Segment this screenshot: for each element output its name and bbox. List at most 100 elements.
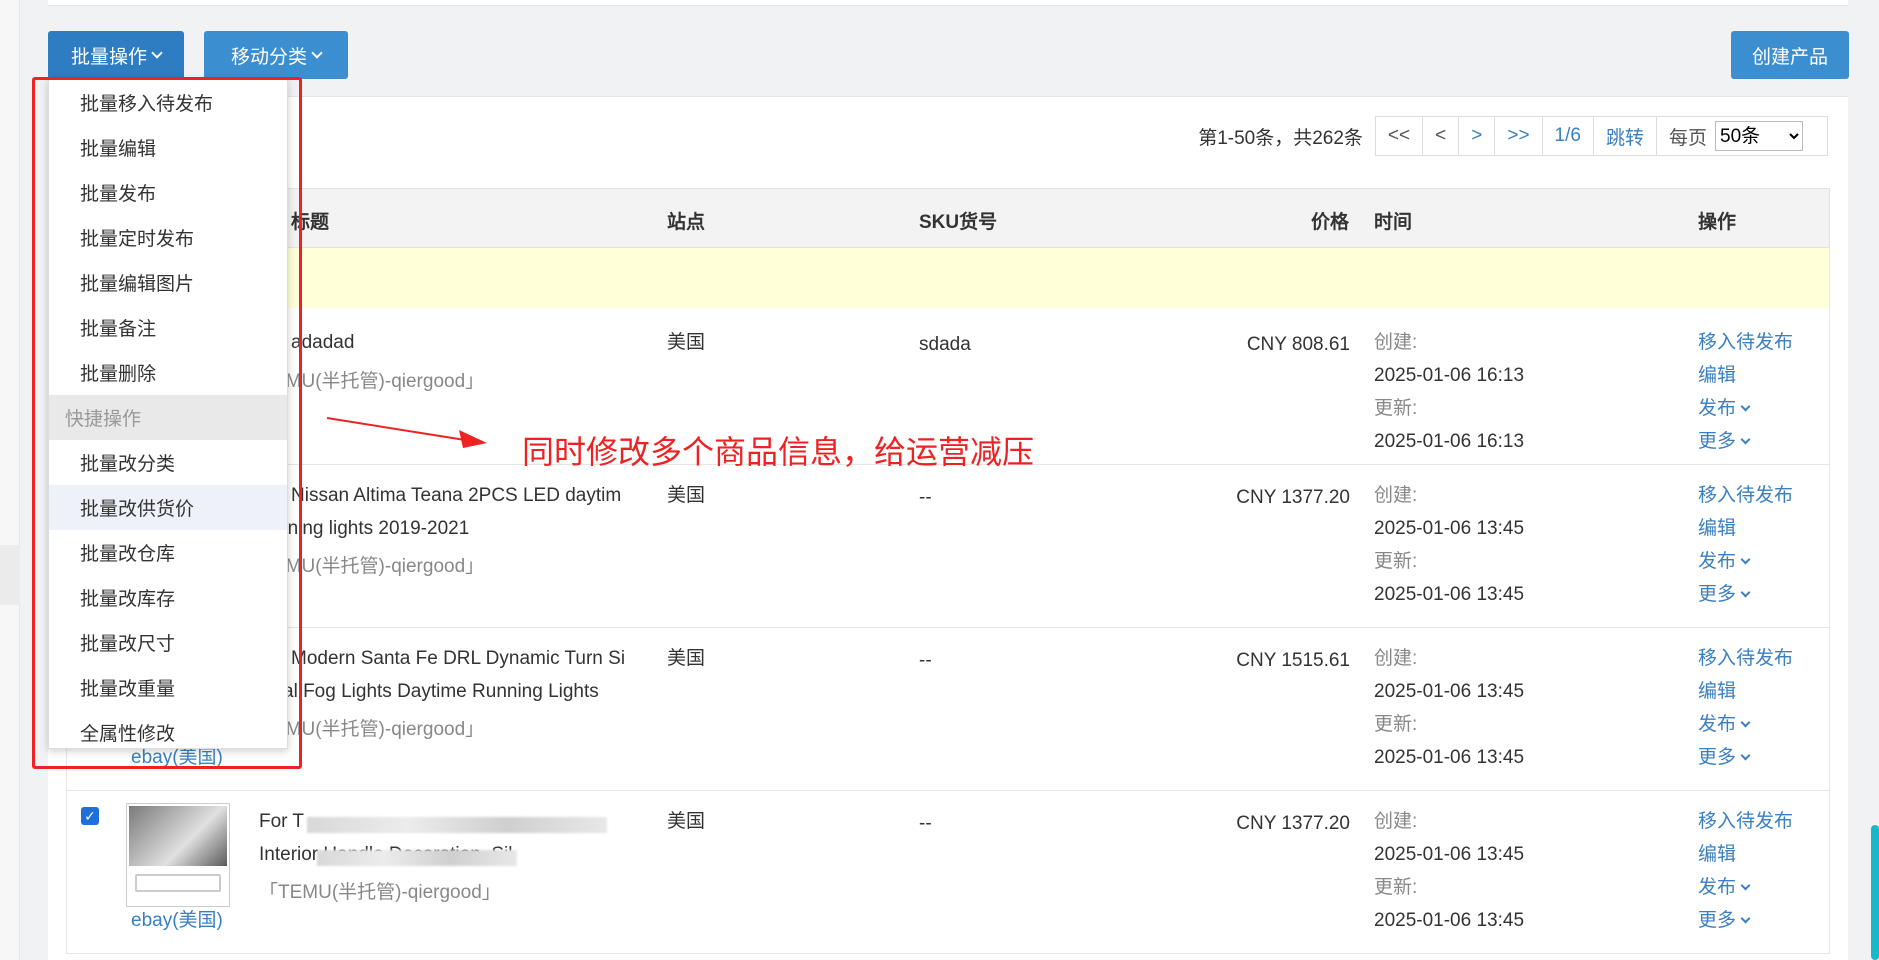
row-site: 美国 bbox=[667, 642, 705, 675]
row-shop: 「TEMU(半托管)-qiergood」 bbox=[259, 876, 501, 909]
row-created-label: 创建: bbox=[1374, 805, 1417, 838]
sidebar-tab[interactable] bbox=[0, 545, 20, 605]
page-indicator[interactable]: 1/6 bbox=[1543, 117, 1594, 155]
menu-item-bulk-schedule[interactable]: 批量定时发布 bbox=[49, 215, 287, 260]
menu-item-bulk-move-pending[interactable]: 批量移入待发布 bbox=[49, 80, 287, 125]
row-created-label: 创建: bbox=[1374, 642, 1417, 675]
last-page-button[interactable]: >> bbox=[1495, 117, 1542, 155]
row-created: 2025-01-06 13:45 bbox=[1374, 838, 1524, 871]
menu-item-bulk-note[interactable]: 批量备注 bbox=[49, 305, 287, 350]
menu-section-quick: 快捷操作 bbox=[49, 395, 287, 440]
product-panel: 第1-50条，共262条 << < > >> 1/6 跳转 每页 50条 标题 … bbox=[48, 96, 1848, 960]
pager-info: 第1-50条，共262条 bbox=[1198, 123, 1363, 150]
move-to-pending-link[interactable]: 移入待发布 bbox=[1698, 479, 1793, 512]
jump-button[interactable]: 跳转 bbox=[1594, 117, 1657, 155]
row-ops: 移入待发布 编辑 发布 更多 bbox=[1698, 805, 1793, 937]
product-thumbnail[interactable] bbox=[126, 803, 230, 907]
row-site: 美国 bbox=[667, 326, 705, 359]
row-title[interactable]: adadad bbox=[291, 326, 354, 359]
more-dropdown[interactable]: 更多 bbox=[1698, 578, 1793, 611]
chevron-down-icon bbox=[311, 47, 322, 58]
row-title-line2[interactable]: nning lights 2019-2021 bbox=[277, 512, 469, 545]
move-to-pending-link[interactable]: 移入待发布 bbox=[1698, 805, 1793, 838]
row-sku: -- bbox=[919, 644, 932, 677]
publish-label: 发布 bbox=[1698, 708, 1736, 741]
chevron-down-icon bbox=[1741, 914, 1751, 924]
row-store-link[interactable]: ebay(美国) bbox=[131, 904, 223, 937]
row-title[interactable]: Nissan Altima Teana 2PCS LED daytim bbox=[291, 479, 621, 512]
menu-item-change-weight[interactable]: 批量改重量 bbox=[49, 665, 287, 710]
more-label: 更多 bbox=[1698, 578, 1736, 611]
more-dropdown[interactable]: 更多 bbox=[1698, 425, 1793, 458]
more-label: 更多 bbox=[1698, 741, 1736, 774]
publish-dropdown[interactable]: 发布 bbox=[1698, 871, 1793, 904]
first-page-button[interactable]: << bbox=[1376, 117, 1423, 155]
menu-item-change-category[interactable]: 批量改分类 bbox=[49, 440, 287, 485]
create-product-button[interactable]: 创建产品 bbox=[1731, 31, 1849, 79]
blurred-text bbox=[317, 850, 517, 866]
chevron-down-icon bbox=[1741, 402, 1751, 412]
row-shop: EMU(半托管)-qiergood」 bbox=[273, 713, 484, 746]
chevron-down-icon bbox=[151, 47, 162, 58]
table-row: ✓ ebay(美国) For T Interior Handle Decorat… bbox=[66, 791, 1830, 954]
col-time: 时间 bbox=[1374, 207, 1412, 234]
row-created: 2025-01-06 16:13 bbox=[1374, 359, 1524, 392]
row-created: 2025-01-06 13:45 bbox=[1374, 512, 1524, 545]
row-site: 美国 bbox=[667, 479, 705, 512]
menu-item-change-supply-price[interactable]: 批量改供货价 bbox=[49, 485, 287, 530]
edit-link[interactable]: 编辑 bbox=[1698, 359, 1793, 392]
row-site: 美国 bbox=[667, 805, 705, 838]
table-row: Modern Santa Fe DRL Dynamic Turn Si al F… bbox=[66, 628, 1830, 791]
bulk-actions-label: 批量操作 bbox=[71, 42, 147, 69]
publish-dropdown[interactable]: 发布 bbox=[1698, 708, 1793, 741]
menu-item-bulk-edit[interactable]: 批量编辑 bbox=[49, 125, 287, 170]
row-title[interactable]: For T bbox=[259, 805, 304, 838]
annotation-arrow bbox=[325, 410, 490, 450]
row-created-label: 创建: bbox=[1374, 479, 1417, 512]
row-ops: 移入待发布 编辑 发布 更多 bbox=[1698, 479, 1793, 611]
move-category-button[interactable]: 移动分类 bbox=[204, 31, 348, 79]
publish-dropdown[interactable]: 发布 bbox=[1698, 392, 1793, 425]
blurred-text bbox=[307, 817, 607, 833]
next-page-button[interactable]: > bbox=[1459, 117, 1495, 155]
more-dropdown[interactable]: 更多 bbox=[1698, 741, 1793, 774]
chevron-down-icon bbox=[1741, 588, 1751, 598]
menu-item-all-attributes[interactable]: 全属性修改 bbox=[49, 710, 287, 755]
row-updated: 2025-01-06 13:45 bbox=[1374, 741, 1524, 774]
move-to-pending-link[interactable]: 移入待发布 bbox=[1698, 326, 1793, 359]
bulk-actions-menu: 批量移入待发布 批量编辑 批量发布 批量定时发布 批量编辑图片 批量备注 批量删… bbox=[48, 79, 288, 749]
edit-link[interactable]: 编辑 bbox=[1698, 512, 1793, 545]
row-created: 2025-01-06 13:45 bbox=[1374, 675, 1524, 708]
menu-item-bulk-publish[interactable]: 批量发布 bbox=[49, 170, 287, 215]
row-checkbox[interactable]: ✓ bbox=[81, 807, 99, 825]
bulk-actions-button[interactable]: 批量操作 bbox=[48, 31, 184, 79]
menu-item-bulk-delete[interactable]: 批量删除 bbox=[49, 350, 287, 395]
chevron-down-icon bbox=[1741, 435, 1751, 445]
product-table: 标题 站点 SKU货号 价格 时间 操作 adadad EMU(半托管)-qie… bbox=[66, 188, 1830, 954]
chevron-down-icon bbox=[1741, 555, 1751, 565]
row-title-line2[interactable]: al Fog Lights Daytime Running Lights bbox=[283, 675, 599, 708]
per-page-select[interactable]: 50条 bbox=[1715, 121, 1803, 151]
edit-link[interactable]: 编辑 bbox=[1698, 675, 1793, 708]
notice-row bbox=[66, 248, 1830, 308]
row-price: CNY 808.61 bbox=[1240, 328, 1350, 361]
menu-item-bulk-edit-images[interactable]: 批量编辑图片 bbox=[49, 260, 287, 305]
row-sku: sdada bbox=[919, 328, 971, 361]
chevron-down-icon bbox=[1741, 751, 1751, 761]
prev-page-button[interactable]: < bbox=[1423, 117, 1459, 155]
move-to-pending-link[interactable]: 移入待发布 bbox=[1698, 642, 1793, 675]
menu-item-change-stock[interactable]: 批量改库存 bbox=[49, 575, 287, 620]
per-page-cell: 每页 50条 bbox=[1657, 117, 1827, 155]
more-label: 更多 bbox=[1698, 425, 1736, 458]
table-header: 标题 站点 SKU货号 价格 时间 操作 bbox=[66, 188, 1830, 248]
publish-dropdown[interactable]: 发布 bbox=[1698, 545, 1793, 578]
row-title[interactable]: Modern Santa Fe DRL Dynamic Turn Si bbox=[291, 642, 625, 675]
row-price: CNY 1377.20 bbox=[1220, 807, 1350, 840]
more-dropdown[interactable]: 更多 bbox=[1698, 904, 1793, 937]
scrollbar-accent[interactable] bbox=[1871, 825, 1879, 960]
col-sku: SKU货号 bbox=[919, 207, 997, 234]
menu-item-change-warehouse[interactable]: 批量改仓库 bbox=[49, 530, 287, 575]
publish-label: 发布 bbox=[1698, 392, 1736, 425]
menu-item-change-size[interactable]: 批量改尺寸 bbox=[49, 620, 287, 665]
edit-link[interactable]: 编辑 bbox=[1698, 838, 1793, 871]
